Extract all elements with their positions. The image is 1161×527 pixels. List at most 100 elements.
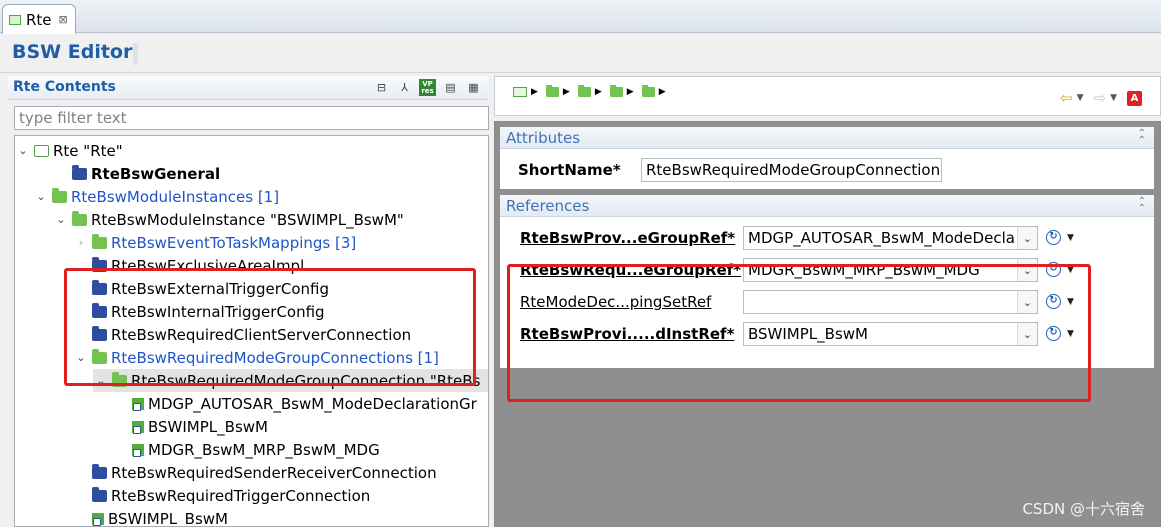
tree-item[interactable]: BSWIMPL_BswM [113, 415, 268, 438]
tree-item[interactable]: ⌄ RteBswModuleInstances [1] [33, 185, 279, 208]
chevron-down-icon[interactable]: ▼ [1067, 265, 1074, 275]
resolve-reference-icon[interactable]: ↻ [1046, 230, 1061, 245]
reference-row: RteBswRequ...eGroupRef* [520, 258, 741, 282]
back-arrow-icon[interactable]: ⇦ [1060, 89, 1073, 107]
tree-item-label: RteBswEventToTaskMappings [3] [111, 233, 357, 252]
tree-item-label: MDGR_BswM_MRP_BswM_MDG [148, 440, 380, 459]
reference-label[interactable]: RteBswProvi.....dInstRef* [520, 325, 734, 343]
shortname-label: ShortName* [518, 161, 621, 179]
tree-item[interactable]: › RteBswEventToTaskMappings [3] [73, 231, 356, 254]
chevron-right-icon[interactable]: ▶ [595, 87, 602, 97]
tree-item[interactable]: MDGR_BswM_MRP_BswM_MDG [113, 438, 380, 461]
breadcrumb-trail: ▶ ▶ ▶ ▶ ▶ [513, 85, 670, 97]
tree-item[interactable]: RteBswExclusiveAreaImpl [73, 254, 304, 277]
chevron-down-icon[interactable]: ▼ [1110, 93, 1117, 103]
chevron-down-icon[interactable]: ⌄ [1017, 323, 1037, 345]
breadcrumb-folder-icon[interactable] [577, 85, 591, 97]
chevron-down-icon[interactable]: ⌄ [1017, 259, 1037, 281]
rte-contents-header: Rte Contents ⊟ ⅄ VP res ▤ ▦ [8, 76, 488, 100]
tree-item[interactable]: RteBswRequiredSenderReceiverConnection [73, 461, 437, 484]
reference-select[interactable]: MDGP_AUTOSAR_BswM_ModeDecla ⌄ [743, 226, 1038, 250]
reference-icon [132, 443, 144, 457]
chevron-down-icon[interactable]: ▼ [1067, 233, 1074, 243]
hierarchy-icon[interactable]: ⅄ [396, 79, 413, 96]
editor-title: BSW Editor [12, 41, 133, 63]
filter-input[interactable]: type filter text [14, 106, 489, 130]
chevron-down-icon[interactable]: ⌄ [15, 144, 31, 157]
reference-label[interactable]: RteModeDec...pingSetRef [520, 293, 711, 311]
navy-folder-icon [92, 302, 107, 318]
chevron-down-icon[interactable]: ⌄ [73, 351, 89, 364]
tree-item[interactable]: RteBswRequiredTriggerConnection [73, 484, 370, 507]
chevron-down-icon[interactable]: ▼ [1067, 297, 1074, 307]
resolve-reference-icon[interactable]: ↻ [1046, 294, 1061, 309]
shortname-row: ShortName* [518, 158, 621, 182]
tree-item[interactable]: ⌄ RteBswRequiredModeGroupConnection "RteB… [93, 369, 488, 392]
forward-arrow-icon[interactable]: ⇨ [1094, 89, 1107, 107]
chevron-down-icon[interactable]: ⌄ [53, 213, 69, 226]
tree-item[interactable]: ⌄ Rte "Rte" [15, 139, 123, 162]
tree-item-label: BSWIMPL_BswM [108, 509, 228, 527]
chevron-right-icon[interactable]: ▶ [563, 87, 570, 97]
section-title: References [506, 197, 590, 215]
collapse-icon[interactable]: ⌃ ⌃ [1138, 129, 1146, 146]
chevron-down-icon[interactable]: ⌄ [93, 374, 109, 387]
green-folder-icon [72, 210, 87, 226]
navy-folder-icon [92, 463, 107, 479]
attributes-header[interactable]: Attributes ⌃ ⌃ [500, 127, 1154, 149]
chevron-down-icon[interactable]: ⌄ [1017, 227, 1037, 249]
chevron-down-icon[interactable]: ▼ [1077, 93, 1084, 103]
tree-item[interactable]: ⌄ RteBswRequiredModeGroupConnections [1] [73, 346, 439, 369]
document-icon[interactable]: ▤ [442, 79, 459, 96]
collapse-icon[interactable]: ⌃ ⌃ [1138, 197, 1146, 214]
tree-item-label: RteBswRequiredModeGroupConnections [1] [111, 348, 439, 367]
chevron-down-icon[interactable]: ▼ [1067, 329, 1074, 339]
reference-label[interactable]: RteBswProv...eGroupRef* [520, 229, 735, 247]
chevron-right-icon[interactable]: ▶ [627, 87, 634, 97]
reference-select[interactable]: MDGR_BswM_MRP_BswM_MDG ⌄ [743, 258, 1038, 282]
breadcrumb-folder-icon[interactable] [609, 85, 623, 97]
reference-select[interactable]: BSWIMPL_BswM ⌄ [743, 322, 1038, 346]
tree-item[interactable]: RteBswExternalTriggerConfig [73, 277, 329, 300]
tree-item[interactable]: ⌄ RteBswModuleInstance "BSWIMPL_BswM" [53, 208, 404, 231]
navigation-buttons: ⇦ ▼ ⇨ ▼ A [1060, 89, 1142, 107]
resolve-reference-icon[interactable]: ↻ [1046, 262, 1061, 277]
section-title: Attributes [506, 129, 581, 147]
header-separator [0, 72, 1161, 73]
rte-tree[interactable]: ⌄ Rte "Rte" RteBswGeneral ⌄ RteBswModuleInst… [14, 135, 489, 527]
reference-actions: ↻ ▼ [1046, 326, 1074, 341]
tree-item[interactable]: MDGP_AUTOSAR_BswM_ModeDeclarationGr [113, 392, 477, 415]
tree-item-label: RteBswRequiredTriggerConnection [111, 486, 371, 505]
tree-item[interactable]: RteBswInternalTriggerConfig [73, 300, 325, 323]
reference-select[interactable]: ⌄ [743, 290, 1038, 314]
tab-rte[interactable]: Rte ⊠ [2, 4, 76, 34]
tree-item-label: Rte "Rte" [53, 141, 123, 160]
tree-item-label: RteBswInternalTriggerConfig [111, 302, 325, 321]
reference-label[interactable]: RteBswRequ...eGroupRef* [520, 261, 741, 279]
reference-value: MDGP_AUTOSAR_BswM_ModeDecla [748, 229, 1015, 247]
shortname-field[interactable]: RteBswRequiredModeGroupConnection [641, 158, 942, 182]
green-folder-icon [92, 348, 107, 364]
navy-folder-icon [92, 325, 107, 341]
chevron-right-icon[interactable]: ▶ [659, 87, 666, 97]
tree-item[interactable]: RteBswGeneral [53, 162, 220, 185]
chevron-down-icon[interactable]: ⌄ [1017, 291, 1037, 313]
breadcrumb-root-icon[interactable] [513, 87, 527, 97]
chevron-right-icon[interactable]: › [73, 236, 89, 249]
tree-item[interactable]: BSWIMPL_BswM [73, 507, 228, 527]
references-header[interactable]: References ⌃ ⌃ [500, 195, 1154, 217]
reference-row: RteModeDec...pingSetRef [520, 290, 711, 314]
breadcrumb-folder-icon[interactable] [641, 85, 655, 97]
resolve-reference-icon[interactable]: ↻ [1046, 326, 1061, 341]
breadcrumb-folder-icon[interactable] [545, 85, 559, 97]
vp-res-icon[interactable]: VP res [419, 79, 436, 96]
chevron-right-icon[interactable]: ▶ [531, 87, 538, 97]
layout-icon[interactable]: ▦ [465, 79, 482, 96]
root-icon [34, 144, 49, 157]
close-icon[interactable]: ⊠ [59, 13, 68, 26]
autosar-icon[interactable]: A [1127, 90, 1142, 106]
tree-item-label: RteBswRequiredSenderReceiverConnection [111, 463, 437, 482]
collapse-all-icon[interactable]: ⊟ [373, 79, 390, 96]
tree-item[interactable]: RteBswRequiredClientServerConnection [73, 323, 411, 346]
chevron-down-icon[interactable]: ⌄ [33, 190, 49, 203]
